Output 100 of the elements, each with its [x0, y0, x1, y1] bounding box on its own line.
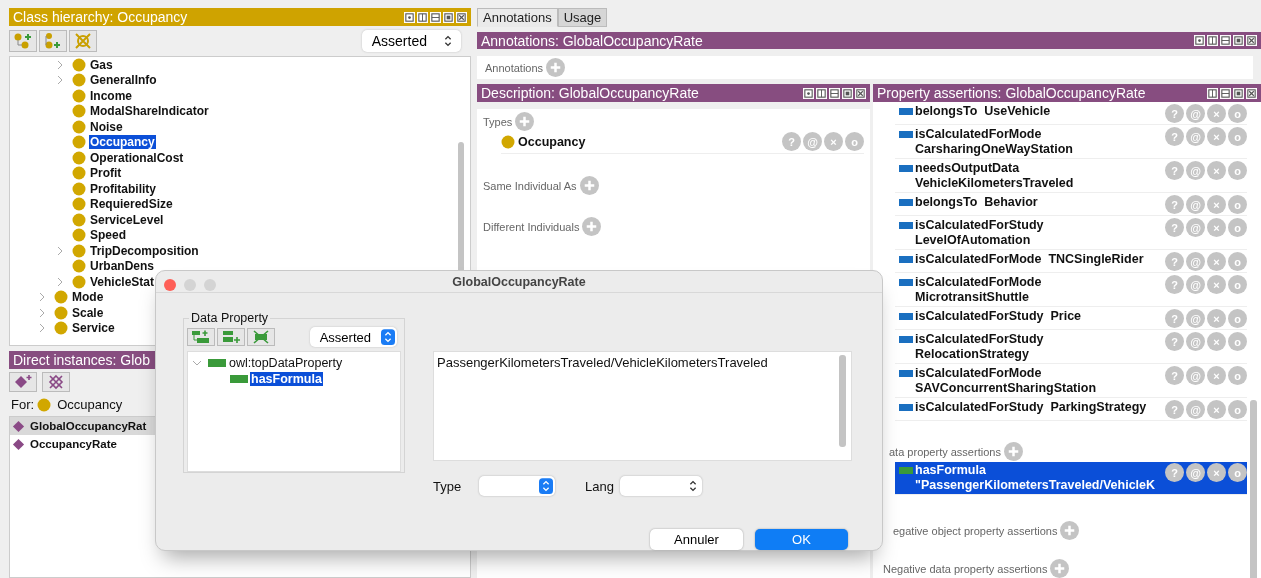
view-icon[interactable] [1220, 87, 1231, 99]
data-assertion-row[interactable]: hasFormula "PassengerKilometersTraveled/VehicleK ? @ × o [895, 462, 1247, 495]
property-assertion[interactable]: isCalculatedForMode SAVConcurrentSharingStation [915, 366, 1097, 396]
action-button[interactable]: × [1207, 463, 1226, 482]
view-select[interactable]: Asserted [309, 327, 397, 347]
action-button[interactable]: ? [1165, 400, 1184, 419]
property-assertion[interactable]: isCalculatedForStudy Price [915, 309, 1082, 324]
action-button[interactable]: ? [1165, 275, 1184, 294]
class-item[interactable]: Profit [89, 166, 123, 181]
class-item[interactable]: OperationalCost [89, 150, 185, 165]
property-item[interactable]: owl:topDataProperty [228, 356, 344, 370]
value-field[interactable]: PassengerKilometersTraveled/VehicleKilometersTraveled [433, 351, 852, 461]
add-icon[interactable] [1003, 442, 1023, 461]
action-button[interactable]: @ [1186, 161, 1205, 180]
class-item[interactable]: Mode [71, 290, 105, 305]
add-subclass-button[interactable] [9, 30, 37, 52]
action-button[interactable]: ? [1165, 161, 1184, 180]
add-sibling-button[interactable] [39, 30, 67, 52]
action-button[interactable]: × [1207, 161, 1226, 180]
action-button[interactable]: × [1207, 275, 1226, 294]
close-icon[interactable] [456, 11, 467, 23]
view-icon[interactable] [417, 11, 428, 23]
action-button[interactable]: @ [1186, 275, 1205, 294]
action-button[interactable]: o [1228, 366, 1247, 385]
action-button[interactable]: @ [1186, 195, 1205, 214]
property-assertion[interactable]: isCalculatedForStudy RelocationStrategy [915, 332, 1044, 362]
action-button[interactable]: ? [1165, 104, 1184, 123]
tab[interactable]: Usage [557, 8, 608, 28]
add-icon[interactable] [579, 176, 599, 195]
add-sibling-button[interactable] [217, 328, 245, 346]
expand-icon[interactable] [38, 323, 46, 334]
property-item[interactable]: hasFormula [250, 372, 323, 386]
property-assertion[interactable]: belongsTo Behavior [915, 195, 1038, 210]
view-icon[interactable] [443, 11, 454, 23]
class-item[interactable]: VehicleStat [89, 274, 156, 289]
action-button[interactable]: ? [1165, 463, 1184, 482]
add-icon[interactable] [1050, 559, 1070, 578]
class-item[interactable]: Profitability [89, 181, 157, 196]
class-item[interactable]: RequieredSize [89, 197, 174, 212]
action-button[interactable]: o [1228, 275, 1247, 294]
action-button[interactable]: ? [1165, 332, 1184, 351]
action-button[interactable]: @ [1186, 218, 1205, 237]
expand-icon[interactable] [56, 276, 64, 287]
view-select[interactable]: Asserted [361, 30, 461, 52]
action-button[interactable]: o [1228, 252, 1247, 271]
add-icon[interactable] [1060, 521, 1080, 540]
expand-icon[interactable] [38, 307, 46, 318]
action-button[interactable]: ? [1165, 309, 1184, 328]
delete-button[interactable] [42, 372, 70, 392]
action-button[interactable]: × [1207, 104, 1226, 123]
action-button[interactable]: o [1228, 400, 1247, 419]
property-assertion[interactable]: isCalculatedForStudy ParkingStrategy [915, 400, 1147, 415]
class-item[interactable]: Scale [71, 305, 105, 320]
property-assertion[interactable]: belongsTo UseVehicle [915, 104, 1051, 119]
action-button[interactable]: o [1228, 463, 1247, 482]
action-button[interactable]: ? [1165, 195, 1184, 214]
action-button[interactable]: × [1207, 400, 1226, 419]
view-icon[interactable] [829, 87, 840, 99]
action-button[interactable]: o [1228, 127, 1247, 146]
action-button[interactable]: @ [1186, 400, 1205, 419]
action-button[interactable]: @ [1186, 252, 1205, 271]
view-icon[interactable] [430, 11, 441, 23]
property-assertion[interactable]: isCalculatedForMode MicrotransitShuttle [915, 275, 1042, 305]
action-button[interactable]: @ [1186, 104, 1205, 123]
action-button[interactable]: × [1207, 309, 1226, 328]
class-item[interactable]: TripDecomposition [89, 243, 200, 258]
add-icon[interactable] [515, 112, 535, 131]
expand-icon[interactable] [56, 59, 64, 70]
add-icon[interactable] [582, 217, 602, 236]
view-icon[interactable] [842, 87, 853, 99]
add-icon[interactable] [546, 58, 566, 78]
ok-button[interactable]: OK [755, 529, 848, 550]
scrollbar[interactable] [1250, 400, 1257, 578]
expand-icon[interactable] [38, 292, 46, 303]
action-button[interactable]: × [1207, 252, 1226, 271]
action-button[interactable]: o [1228, 332, 1247, 351]
action-button[interactable]: o [1228, 309, 1247, 328]
action-button[interactable]: o [1228, 195, 1247, 214]
close-icon[interactable] [1246, 87, 1257, 99]
property-assertion[interactable]: isCalculatedForMode TNCSingleRider [915, 252, 1144, 267]
class-item[interactable]: Occupancy [89, 135, 156, 150]
action-button[interactable]: × [824, 132, 843, 151]
action-button[interactable]: @ [803, 132, 822, 151]
class-item[interactable]: Gas [89, 57, 114, 72]
class-item[interactable]: Service [71, 321, 116, 336]
scrollbar[interactable] [839, 355, 846, 447]
action-button[interactable]: × [1207, 195, 1226, 214]
action-button[interactable]: ? [1165, 127, 1184, 146]
tab[interactable]: Annotations [477, 8, 558, 28]
class-item[interactable]: UrbanDens [89, 259, 155, 274]
action-button[interactable]: @ [1186, 463, 1205, 482]
action-button[interactable]: @ [1186, 366, 1205, 385]
action-button[interactable]: @ [1186, 127, 1205, 146]
type-select[interactable] [479, 476, 555, 496]
add-subproperty-button[interactable] [187, 328, 215, 346]
class-item[interactable]: Income [89, 88, 133, 103]
expand-icon[interactable] [56, 245, 64, 256]
add-individual-button[interactable] [9, 372, 37, 392]
action-button[interactable]: × [1207, 127, 1226, 146]
expand-icon[interactable] [56, 75, 64, 86]
